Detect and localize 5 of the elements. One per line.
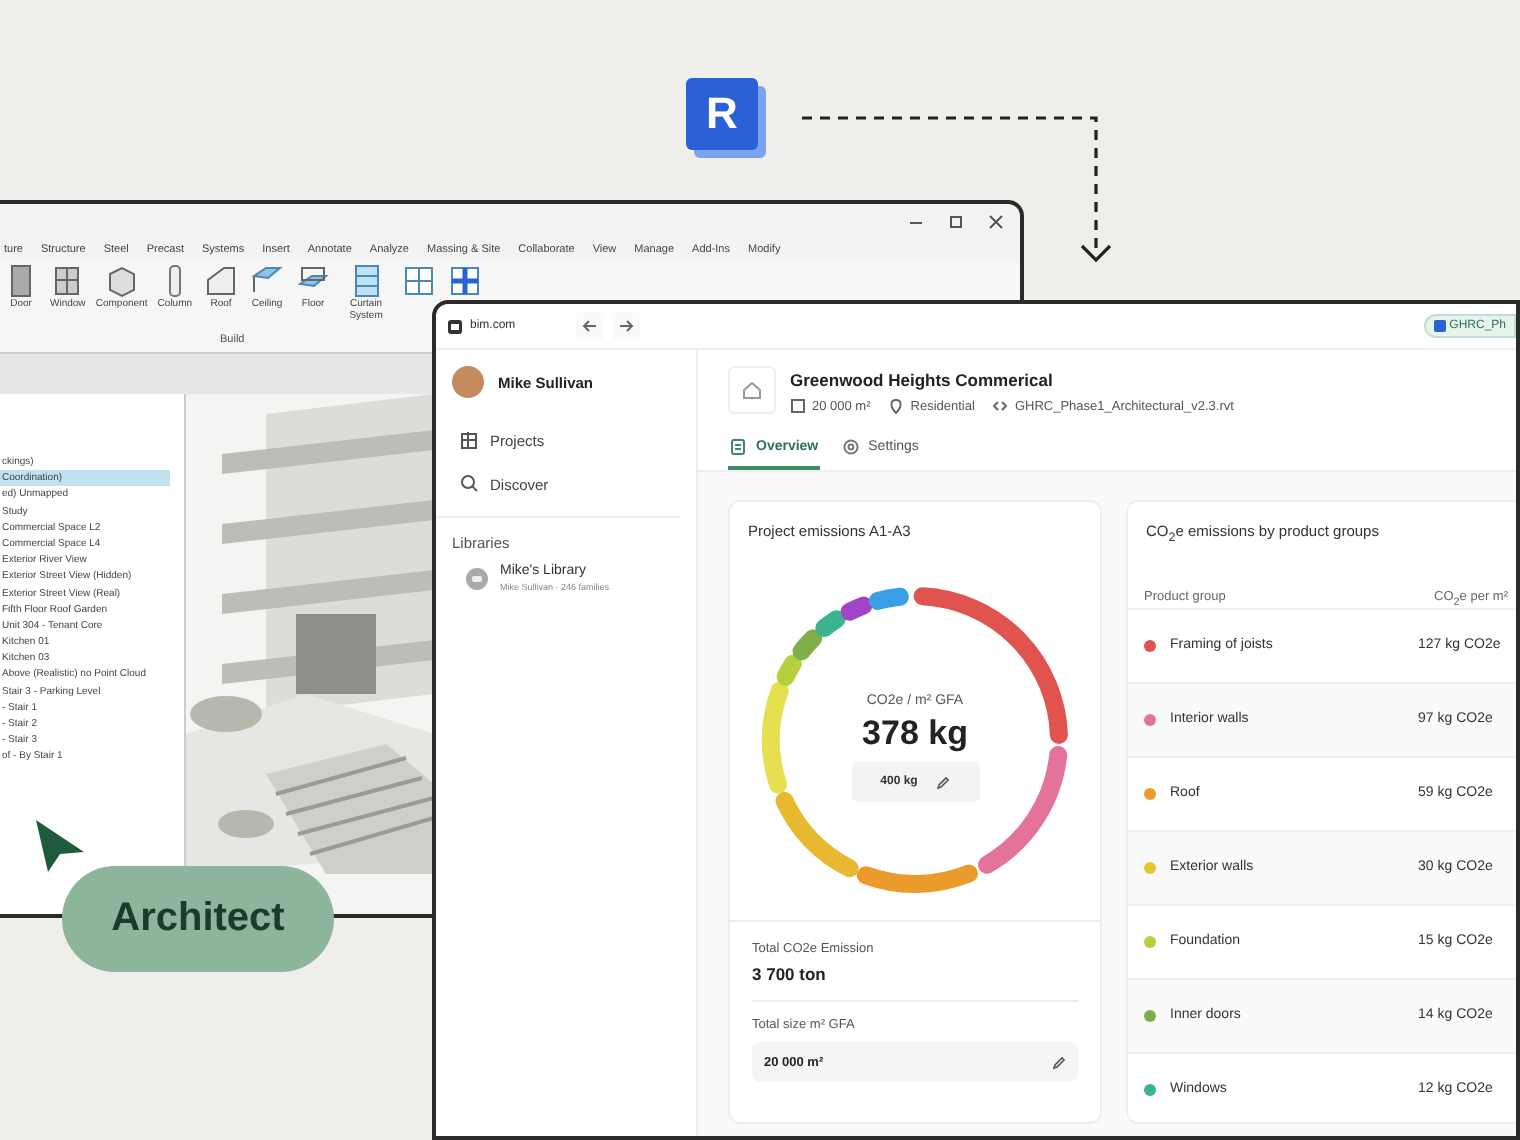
project-title: Greenwood Heights Commerical <box>790 370 1055 390</box>
summary-value: 3 700 ton <box>752 964 1078 1002</box>
revit-logo: R <box>686 78 758 150</box>
metric-value: 378 kg <box>862 714 968 754</box>
role-tag: Architect <box>62 866 334 972</box>
